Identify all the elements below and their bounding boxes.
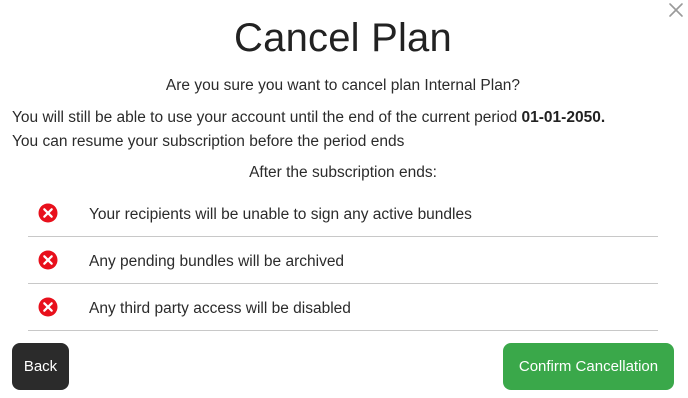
consequence-item: Any pending bundles will be archived: [28, 237, 658, 284]
after-heading: After the subscription ends:: [249, 164, 437, 181]
consequence-text: Your recipients will be unable to sign a…: [89, 206, 472, 223]
dialog-title: Cancel Plan: [234, 16, 452, 60]
consequence-item: Your recipients will be unable to sign a…: [28, 190, 658, 237]
cancel-plan-dialog: Cancel Plan Are you sure you want to can…: [0, 0, 688, 398]
back-button[interactable]: Back: [12, 343, 69, 390]
consequence-text: Any pending bundles will be archived: [89, 253, 345, 270]
error-x-icon: [38, 250, 58, 270]
period-end-date: 01-01-2050.: [521, 109, 606, 126]
confirm-cancellation-button[interactable]: Confirm Cancellation: [503, 343, 674, 390]
error-x-icon: [38, 203, 58, 223]
period-notice-text: You will still be able to use your accou…: [12, 109, 522, 126]
period-notice: You will still be able to use your accou…: [12, 108, 605, 128]
cancel-question: Are you sure you want to cancel plan Int…: [165, 77, 521, 94]
consequence-item: Any third party access will be disabled: [28, 284, 658, 331]
consequence-list: Your recipients will be unable to sign a…: [28, 190, 658, 331]
resume-notice: You can resume your subscription before …: [12, 133, 405, 150]
consequence-text: Any third party access will be disabled: [89, 300, 351, 317]
error-x-icon: [38, 297, 58, 317]
